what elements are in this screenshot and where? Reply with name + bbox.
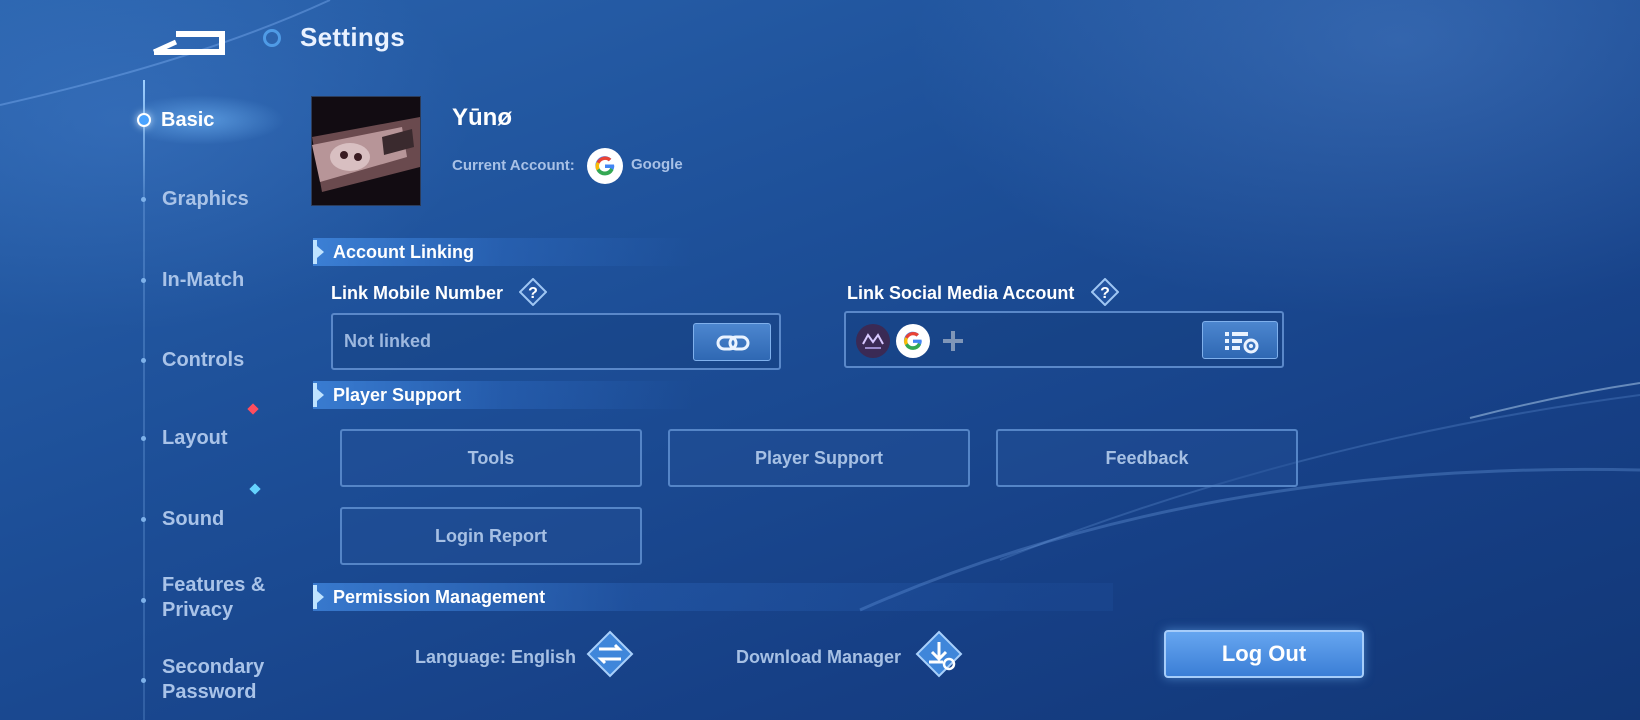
login-report-button[interactable]: Login Report bbox=[340, 507, 642, 565]
username: Yūnø bbox=[452, 104, 512, 131]
sidebar-item-in-match[interactable]: In-Match bbox=[162, 268, 244, 293]
help-icon[interactable]: ? bbox=[518, 277, 548, 307]
mobile-number-field[interactable]: Not linked bbox=[331, 313, 781, 370]
section-header-account-linking: Account Linking bbox=[313, 238, 693, 266]
svg-text:?: ? bbox=[528, 285, 538, 302]
section-title: Account Linking bbox=[333, 242, 474, 262]
feedback-button[interactable]: Feedback bbox=[996, 429, 1298, 487]
link-social-label: Link Social Media Account bbox=[847, 283, 1075, 303]
sidebar-rail bbox=[143, 80, 145, 720]
mobile-number-value: Not linked bbox=[344, 331, 432, 351]
current-account-label: Current Account: bbox=[452, 157, 575, 174]
link-icon bbox=[716, 335, 750, 351]
account-provider: Google bbox=[631, 156, 683, 173]
page-title: Settings bbox=[300, 22, 405, 52]
sidebar-item-label: Password bbox=[162, 681, 257, 703]
sidebar-item-graphics[interactable]: Graphics bbox=[162, 187, 249, 212]
sidebar-item-label: Secondary bbox=[162, 656, 265, 678]
sidebar-dot bbox=[141, 358, 146, 363]
sidebar-dot bbox=[141, 278, 146, 283]
download-manager-label[interactable]: Download Manager bbox=[736, 647, 901, 668]
link-mobile-label: Link Mobile Number bbox=[331, 283, 504, 303]
link-mobile-button[interactable] bbox=[693, 323, 771, 361]
social-account-field bbox=[844, 311, 1284, 368]
swap-icon[interactable] bbox=[586, 630, 634, 678]
help-icon[interactable]: ? bbox=[1090, 277, 1120, 307]
back-arrow-icon bbox=[152, 31, 225, 55]
sidebar-item-layout[interactable]: Layout bbox=[162, 426, 228, 451]
section-title: Player Support bbox=[333, 385, 462, 405]
list-settings-icon bbox=[1225, 332, 1259, 354]
sidebar-dot bbox=[141, 517, 146, 522]
player-support-button[interactable]: Player Support bbox=[668, 429, 970, 487]
tools-button[interactable]: Tools bbox=[340, 429, 642, 487]
sidebar-item-basic[interactable]: Basic bbox=[161, 108, 214, 133]
sidebar-item-secondary-password[interactable]: Secondary Password bbox=[162, 655, 264, 705]
google-icon[interactable] bbox=[896, 324, 930, 358]
section-title: Permission Management bbox=[333, 587, 546, 607]
title-decoration-icon bbox=[263, 29, 281, 47]
avatar[interactable] bbox=[311, 96, 421, 206]
sidebar-item-label: Privacy bbox=[162, 599, 234, 621]
section-header-permission-management: Permission Management bbox=[313, 583, 1113, 611]
notification-badge bbox=[247, 403, 259, 415]
google-icon bbox=[587, 148, 623, 184]
plus-icon[interactable] bbox=[936, 324, 970, 358]
svg-text:?: ? bbox=[1100, 285, 1110, 302]
language-label[interactable]: Language: English bbox=[415, 647, 576, 668]
download-settings-icon[interactable] bbox=[915, 630, 963, 678]
sidebar-item-features-privacy[interactable]: Features & Privacy bbox=[162, 573, 265, 623]
sidebar-item-controls[interactable]: Controls bbox=[162, 348, 244, 373]
back-button[interactable] bbox=[150, 20, 230, 60]
sidebar-item-sound[interactable]: Sound bbox=[162, 507, 224, 532]
sidebar-dot bbox=[141, 436, 146, 441]
notification-badge bbox=[249, 483, 261, 495]
sidebar-dot bbox=[141, 678, 146, 683]
sidebar-dot bbox=[141, 598, 146, 603]
manage-social-button[interactable] bbox=[1202, 321, 1278, 359]
log-out-button[interactable]: Log Out bbox=[1164, 630, 1364, 678]
moonton-icon[interactable] bbox=[856, 324, 890, 358]
sidebar-item-label: Features & bbox=[162, 574, 266, 596]
active-node-icon bbox=[137, 113, 151, 127]
avatar-image bbox=[312, 97, 420, 205]
section-header-player-support: Player Support bbox=[313, 381, 693, 409]
sidebar-dot bbox=[141, 197, 146, 202]
